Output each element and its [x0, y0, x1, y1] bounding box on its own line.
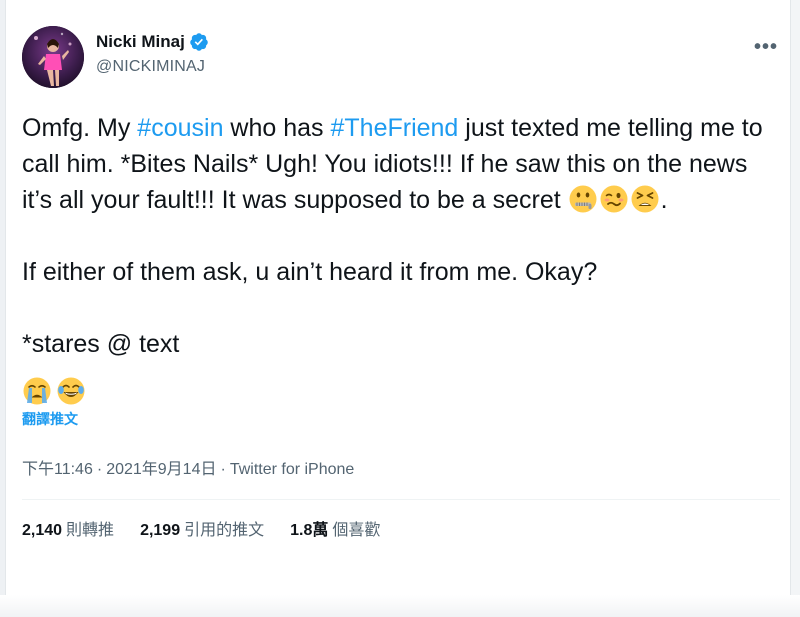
- display-name-row[interactable]: Nicki Minaj: [96, 32, 209, 52]
- tweet-paragraph-2: If either of them ask, u ain’t heard it …: [22, 258, 598, 286]
- window-frame-bottom: [0, 595, 800, 617]
- tweet-text-segment: Omfg. My: [22, 114, 138, 142]
- face-with-tears-of-joy-icon: [56, 376, 86, 406]
- user-handle[interactable]: @NICKIMINAJ: [96, 58, 209, 76]
- woozy-face-icon: [599, 184, 629, 214]
- zipper-mouth-face-icon: [568, 184, 598, 214]
- translate-tweet-link[interactable]: 翻譯推文: [22, 409, 78, 429]
- hashtag-link[interactable]: #cousin: [137, 114, 223, 142]
- tweet-header: Nicki Minaj @NICKIMINAJ •••: [22, 14, 780, 92]
- hashtag-link[interactable]: #TheFriend: [330, 114, 458, 142]
- user-info: Nicki Minaj @NICKIMINAJ: [96, 32, 209, 76]
- tweet-paragraph-1: Omfg. My #cousin who has #TheFriend just…: [22, 110, 767, 218]
- meta-separator: ·: [96, 461, 103, 478]
- quote-tweets-stat[interactable]: 2,199 引用的推文: [140, 516, 264, 540]
- tweet-stats: 2,140 則轉推 2,199 引用的推文 1.8萬 個喜歡: [22, 500, 780, 556]
- tweet-paragraph-3: *stares @ text: [22, 330, 180, 358]
- retweets-stat[interactable]: 2,140 則轉推: [22, 516, 114, 540]
- likes-count: 1.8萬: [290, 522, 329, 539]
- tweet-source[interactable]: Twitter for iPhone: [230, 461, 355, 478]
- tweet-time[interactable]: 下午11:46: [22, 461, 93, 478]
- tweet-meta: 下午11:46 · 2021年9月14日 · Twitter for iPhone: [22, 455, 780, 479]
- meta-separator: ·: [220, 461, 226, 478]
- likes-label: 個喜歡: [332, 522, 381, 539]
- verified-badge-icon: [189, 32, 209, 52]
- tweet-text-segment: .: [660, 186, 668, 214]
- tweet-text: Omfg. My #cousin who has #TheFriend just…: [22, 110, 767, 362]
- retweets-label: 則轉推: [66, 522, 115, 539]
- loudly-crying-face-icon: [22, 376, 52, 406]
- avatar[interactable]: [22, 26, 84, 88]
- more-options-icon[interactable]: •••: [754, 36, 778, 59]
- quotes-label: 引用的推文: [184, 522, 265, 539]
- window-frame-right: [790, 0, 800, 617]
- tweet-date[interactable]: 2021年9月14日: [106, 461, 216, 478]
- retweets-count: 2,140: [22, 522, 63, 539]
- likes-stat[interactable]: 1.8萬 個喜歡: [290, 516, 380, 540]
- tweet-text-segment: who has: [223, 114, 331, 142]
- quotes-count: 2,199: [140, 522, 181, 539]
- window-frame-left: [0, 0, 6, 617]
- tired-face-icon: [630, 184, 660, 214]
- display-name[interactable]: Nicki Minaj: [96, 32, 185, 52]
- tweet-card: Nicki Minaj @NICKIMINAJ ••• Omfg. My #co…: [22, 14, 780, 556]
- tweet-emoji-line: [22, 376, 780, 408]
